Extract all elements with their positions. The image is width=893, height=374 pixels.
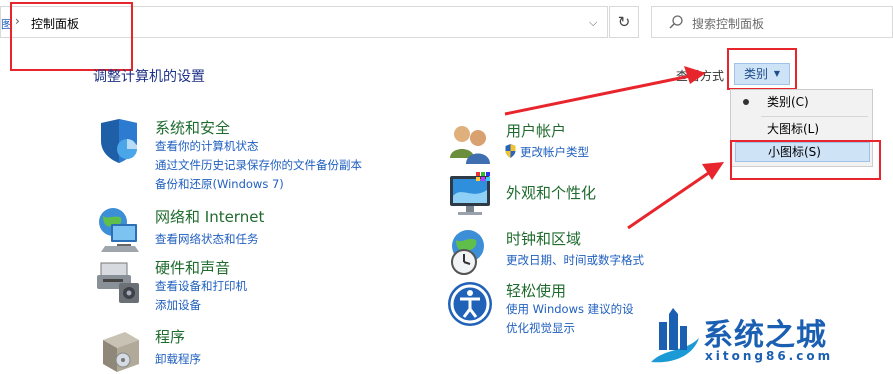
watermark: 系统之城 xitong86.com [645, 306, 885, 368]
annotation-arrow [627, 162, 724, 230]
watermark-logo-icon [651, 308, 699, 363]
annotation-arrow [504, 66, 706, 116]
watermark-name: 系统之城 [703, 318, 827, 353]
watermark-url: xitong86.com [705, 349, 834, 363]
